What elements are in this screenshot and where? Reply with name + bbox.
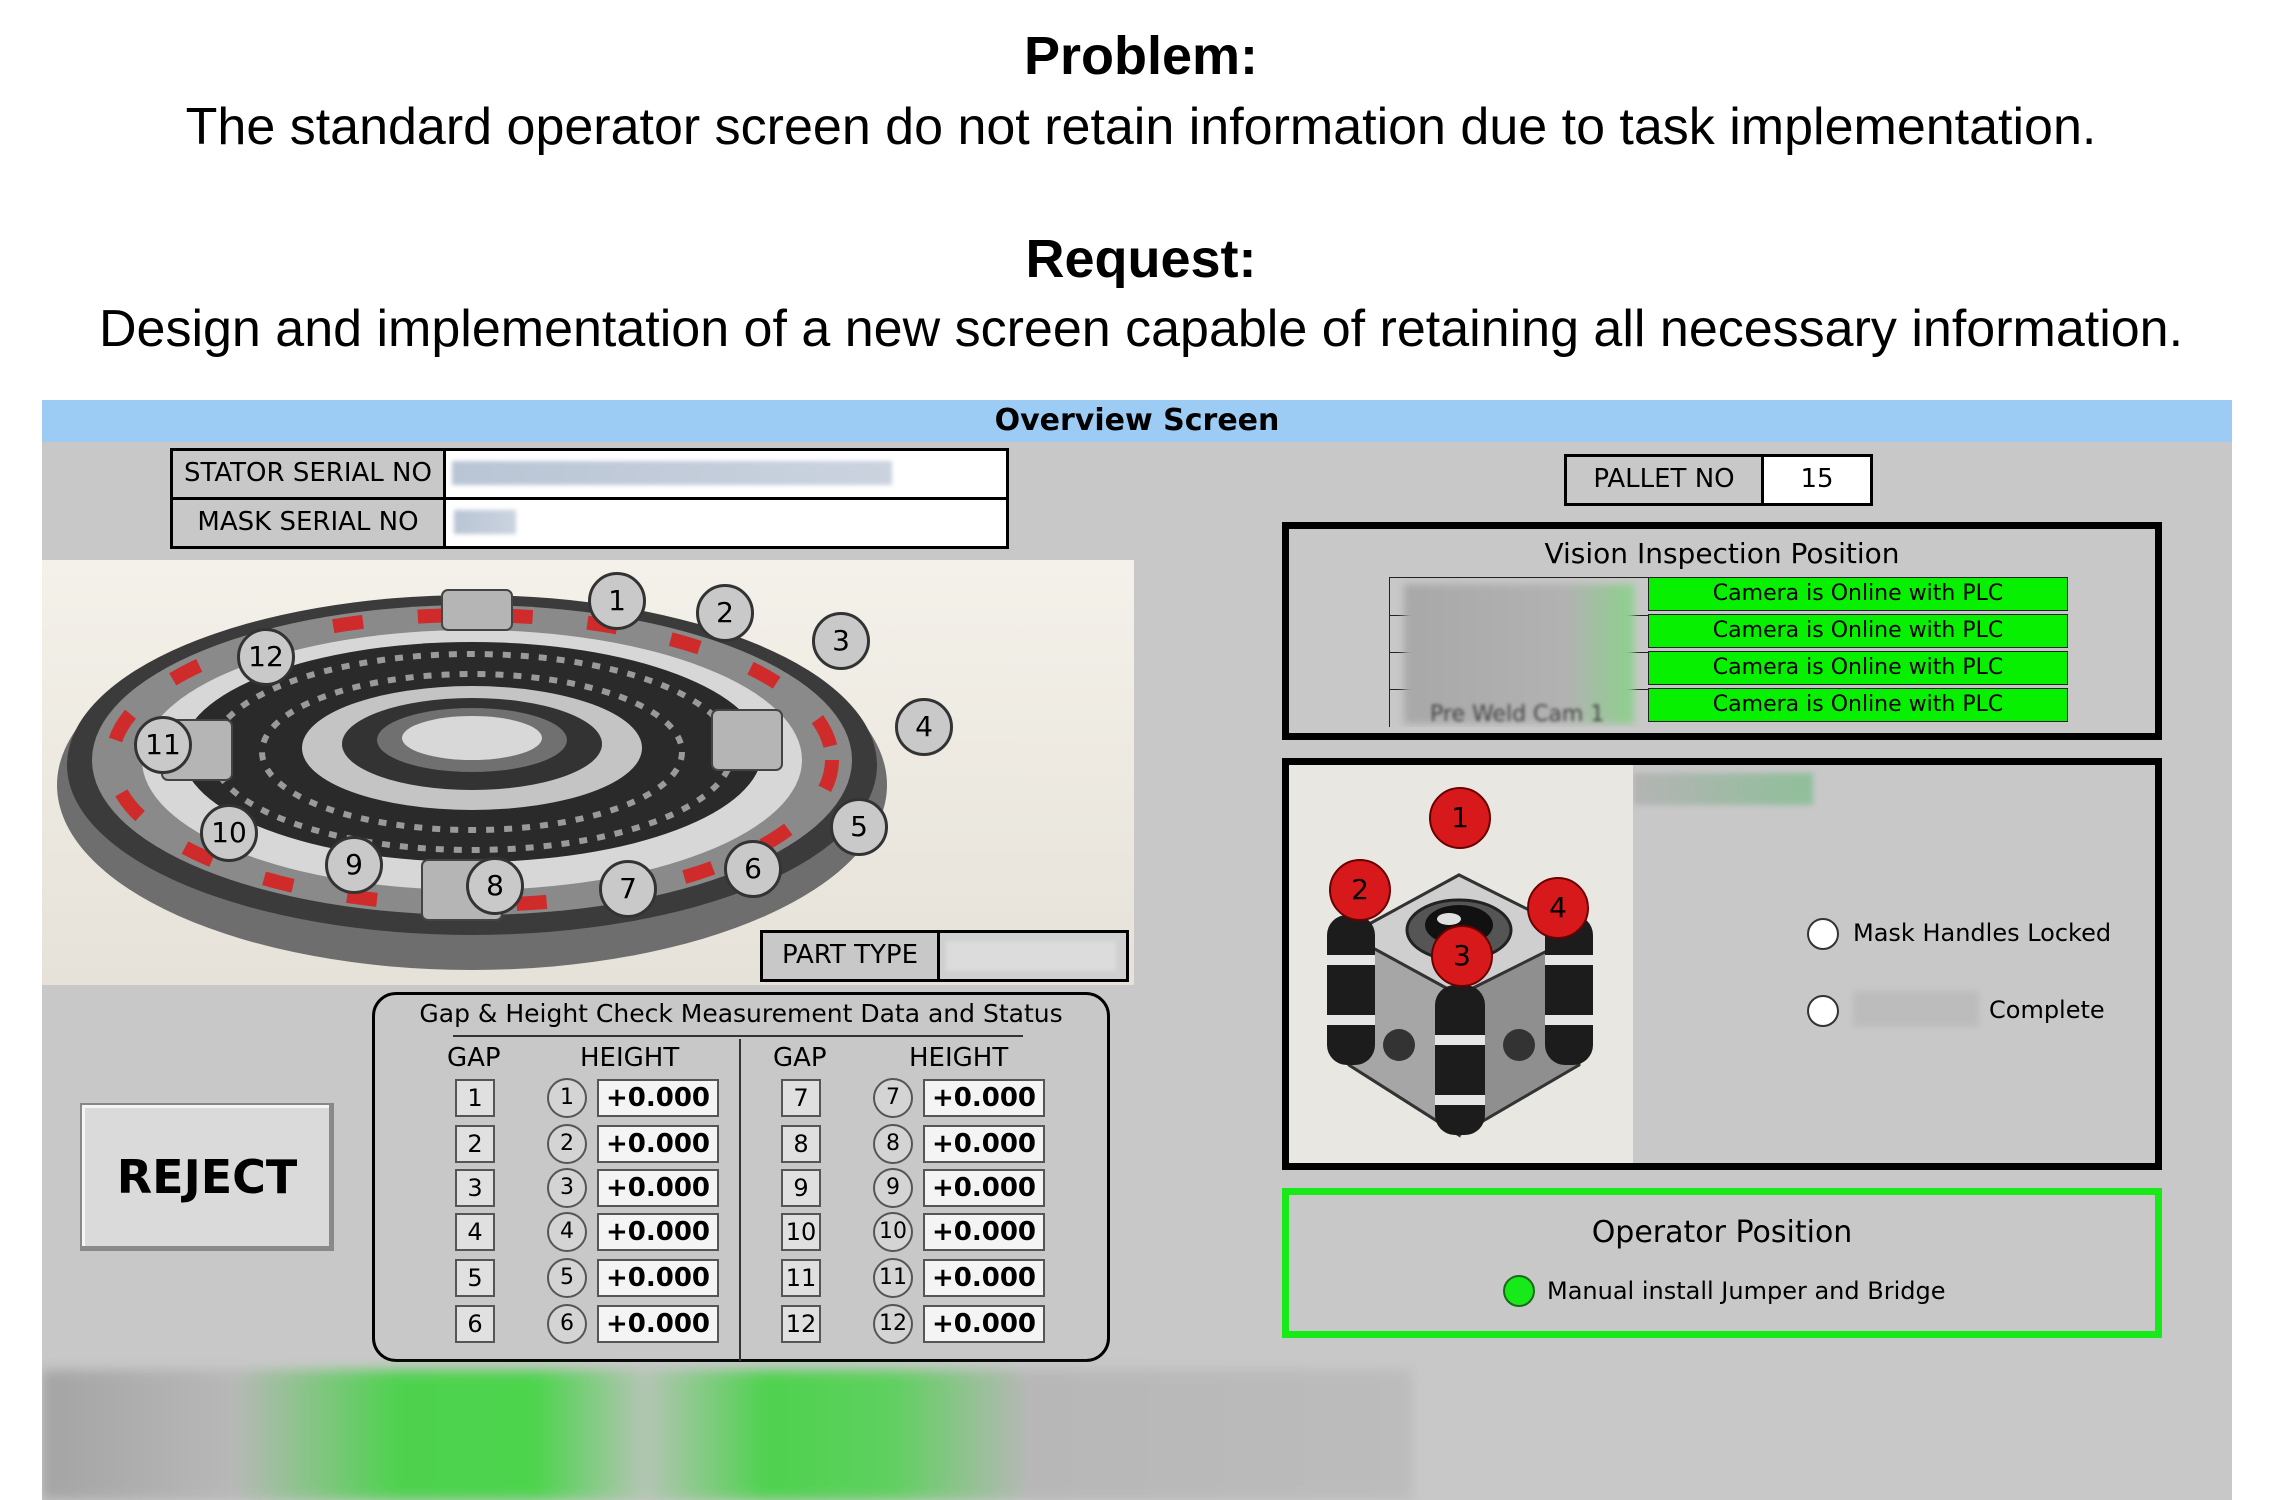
- problem-text: The standard operator screen do not reta…: [185, 98, 2097, 156]
- gap-number-box: 2: [455, 1125, 495, 1163]
- height-number-circle: 3: [547, 1168, 587, 1208]
- mask-position-2: 2: [1329, 859, 1391, 921]
- gap-header-left: GAP: [447, 1043, 501, 1073]
- gap-number-box: 6: [455, 1305, 495, 1343]
- gap-number-box: 1: [455, 1079, 495, 1117]
- gap-height-title: Gap & Height Check Measurement Data and …: [419, 999, 1063, 1028]
- camera-status-1: Camera is Online with PLC: [1648, 577, 2068, 611]
- height-value: +0.000: [923, 1079, 1045, 1117]
- height-value: +0.000: [923, 1259, 1045, 1297]
- height-number-circle: 10: [873, 1212, 913, 1252]
- mask-serial-field: [443, 497, 1009, 549]
- camera-status-2: Camera is Online with PLC: [1648, 614, 2068, 648]
- stator-image: 1 2 3 4 5 6 7 8 9 10 11 12: [42, 560, 1134, 985]
- stator-position-6: 6: [724, 840, 782, 898]
- part-type-field: [937, 930, 1129, 982]
- height-value: +0.000: [597, 1079, 719, 1117]
- gap-number-box: 11: [781, 1259, 821, 1297]
- height-value: +0.000: [597, 1213, 719, 1251]
- pallet-label: PALLET NO: [1564, 454, 1764, 506]
- camera-status-4: Camera is Online with PLC: [1648, 688, 2068, 722]
- operator-task: Manual install Jumper and Bridge: [1547, 1277, 1946, 1305]
- gap-number-box: 5: [455, 1259, 495, 1297]
- screen-title: Overview Screen: [42, 400, 2232, 442]
- height-value: +0.000: [923, 1305, 1045, 1343]
- stator-position-7: 7: [599, 860, 657, 918]
- height-number-circle: 5: [547, 1258, 587, 1298]
- mask-panel-title-blurred: [1633, 773, 1813, 805]
- mask-serial-label: MASK SERIAL NO: [170, 497, 446, 549]
- height-number-circle: 2: [547, 1124, 587, 1164]
- stator-position-5: 5: [830, 798, 888, 856]
- stator-illustration: [42, 560, 1134, 985]
- vision-title: Vision Inspection Position: [1544, 537, 1900, 570]
- reject-button[interactable]: REJECT: [80, 1103, 334, 1251]
- stator-position-3: 3: [812, 612, 870, 670]
- stator-position-9: 9: [325, 836, 383, 894]
- complete-label-blurred: [1853, 991, 1979, 1027]
- gap-number-box: 7: [781, 1079, 821, 1117]
- camera-status-3: Camera is Online with PLC: [1648, 651, 2068, 685]
- height-value: +0.000: [923, 1169, 1045, 1207]
- operator-status-indicator: [1503, 1275, 1535, 1307]
- stator-position-4: 4: [895, 698, 953, 756]
- height-value: +0.000: [597, 1305, 719, 1343]
- gap-number-box: 12: [781, 1305, 821, 1343]
- vision-inspection-panel: Vision Inspection Position Pre Weld Cam …: [1282, 522, 2162, 740]
- height-value: +0.000: [597, 1125, 719, 1163]
- height-number-circle: 7: [873, 1078, 913, 1118]
- request-text: Design and implementation of a new scree…: [98, 300, 2184, 358]
- stator-serial-field: [443, 448, 1009, 500]
- gap-number-box: 3: [455, 1169, 495, 1207]
- gap-header-right: GAP: [773, 1043, 827, 1073]
- gap-number-box: 10: [781, 1213, 821, 1251]
- problem-title: Problem:: [1023, 26, 1259, 86]
- height-value: +0.000: [597, 1169, 719, 1207]
- complete-radio[interactable]: [1807, 995, 1839, 1027]
- footer-status-strip: [42, 1370, 1412, 1500]
- mask-panel: 1 2 3 4 Mask Handles Locked Complete: [1282, 758, 2162, 1170]
- gap-height-panel: Gap & Height Check Measurement Data and …: [372, 992, 1110, 1362]
- mask-image: 1 2 3 4: [1289, 765, 1633, 1163]
- stator-position-10: 10: [200, 804, 258, 862]
- stator-position-11: 11: [134, 716, 192, 774]
- height-value: +0.000: [597, 1259, 719, 1297]
- height-value: +0.000: [923, 1213, 1045, 1251]
- height-number-circle: 8: [873, 1124, 913, 1164]
- height-number-circle: 6: [547, 1304, 587, 1344]
- mask-position-3: 3: [1431, 925, 1493, 987]
- mask-position-4: 4: [1527, 877, 1589, 939]
- height-header-right: HEIGHT: [909, 1043, 1009, 1073]
- operator-title: Operator Position: [1591, 1215, 1853, 1250]
- request-title: Request:: [1025, 229, 1257, 289]
- camera-row-partial: Pre Weld Cam 1: [1430, 702, 1605, 727]
- operator-position-panel: Operator Position Manual install Jumper …: [1282, 1188, 2162, 1338]
- stator-position-8: 8: [466, 857, 524, 915]
- height-number-circle: 9: [873, 1168, 913, 1208]
- overview-screen: Overview Screen STATOR SERIAL NO MASK SE…: [42, 400, 2232, 1500]
- gap-number-box: 8: [781, 1125, 821, 1163]
- height-header-left: HEIGHT: [580, 1043, 680, 1073]
- gap-number-box: 9: [781, 1169, 821, 1207]
- stator-serial-label: STATOR SERIAL NO: [170, 448, 446, 500]
- gap-title-divider: [453, 1035, 1023, 1037]
- height-value: +0.000: [923, 1125, 1045, 1163]
- mask-handles-locked-radio[interactable]: [1807, 918, 1839, 950]
- camera-list: Pre Weld Cam 1: [1389, 577, 1649, 727]
- part-type-label: PART TYPE: [760, 930, 940, 982]
- height-number-circle: 4: [547, 1212, 587, 1252]
- stator-position-1: 1: [588, 572, 646, 630]
- pallet-value: 15: [1761, 454, 1873, 506]
- gap-number-box: 4: [455, 1213, 495, 1251]
- height-number-circle: 12: [873, 1304, 913, 1344]
- height-number-circle: 11: [873, 1258, 913, 1298]
- mask-position-1: 1: [1429, 787, 1491, 849]
- height-number-circle: 1: [547, 1078, 587, 1118]
- complete-label: Complete: [1989, 996, 2105, 1024]
- stator-position-2: 2: [696, 584, 754, 642]
- stator-position-12: 12: [237, 628, 295, 686]
- mask-handles-locked-label: Mask Handles Locked: [1853, 919, 2112, 947]
- gap-column-divider: [739, 1039, 741, 1361]
